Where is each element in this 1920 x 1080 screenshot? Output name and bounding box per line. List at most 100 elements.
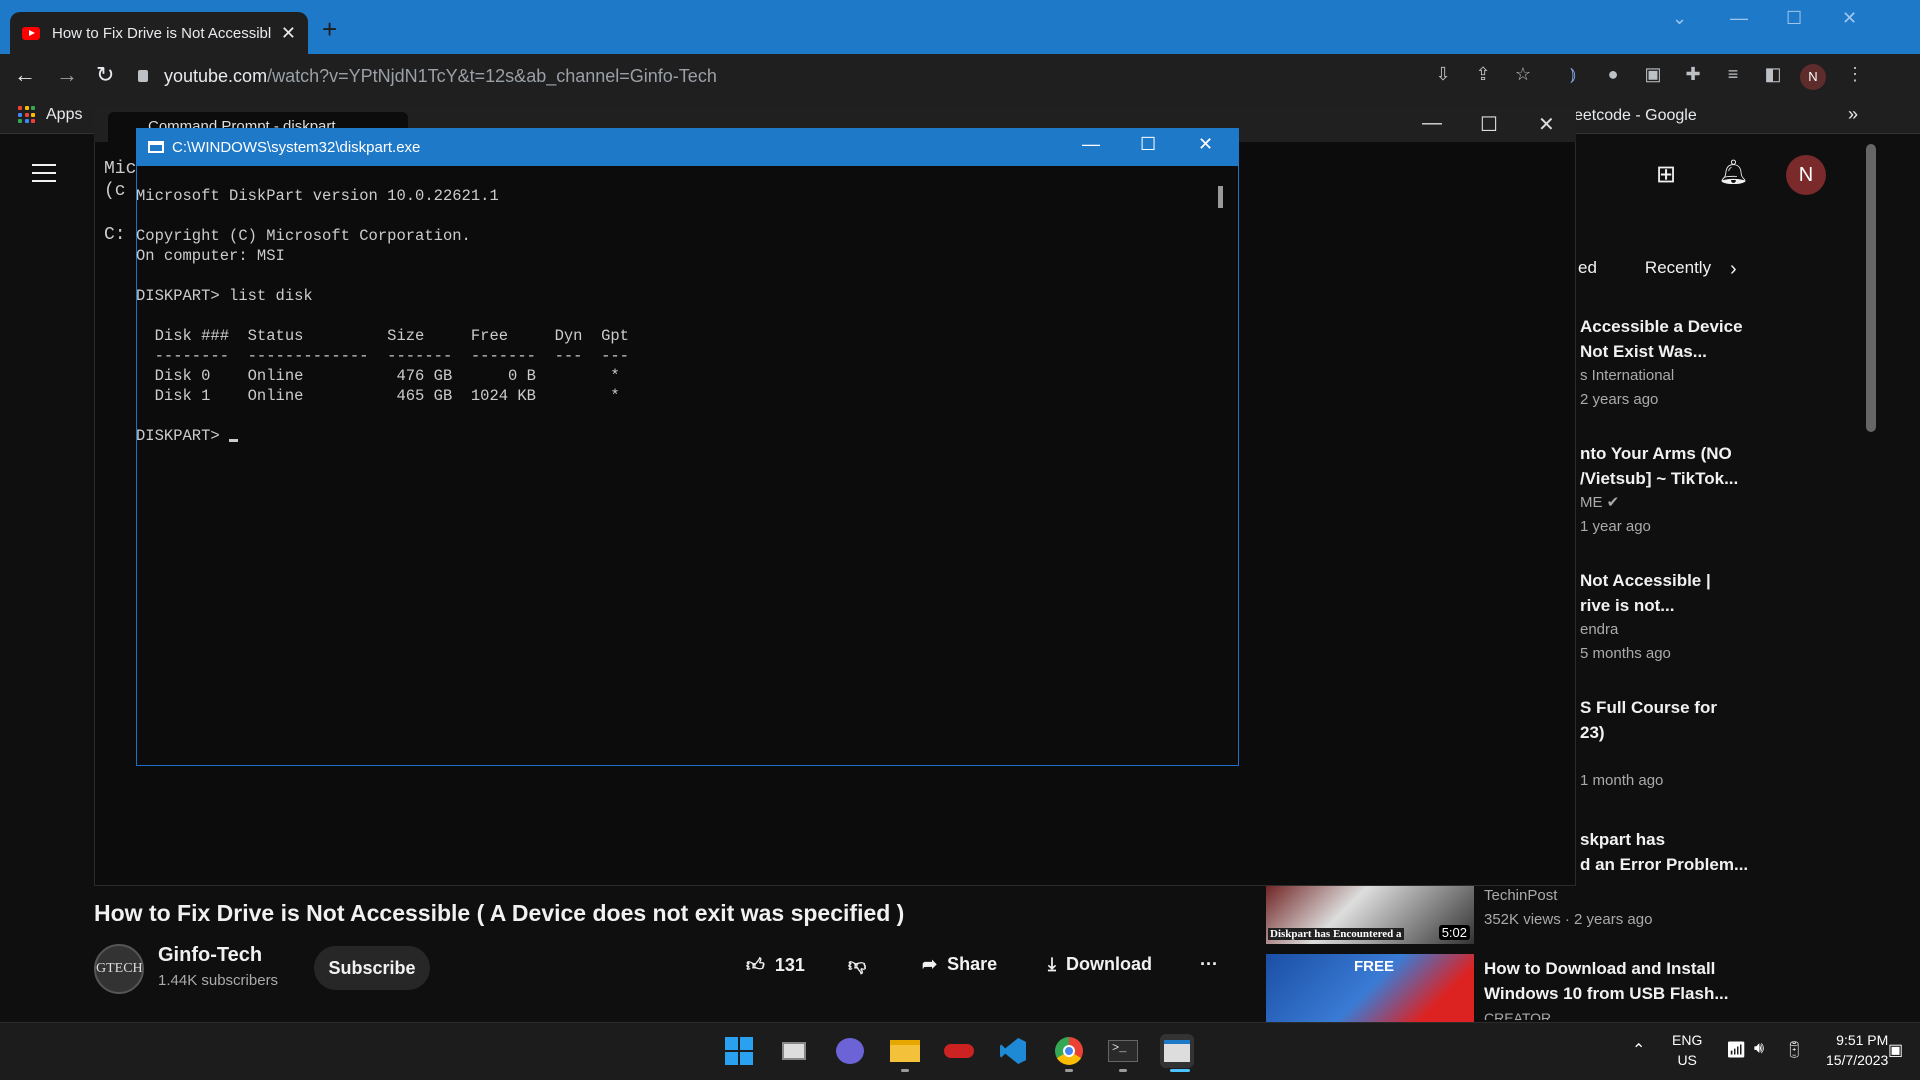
- apps-bookmark[interactable]: Apps: [18, 106, 82, 124]
- diskpart-console-output[interactable]: Microsoft DiskPart version 10.0.22621.1 …: [136, 186, 629, 446]
- dislike-button[interactable]: 👎︎: [848, 954, 866, 976]
- recommendation-item[interactable]: nto Your Arms (NO /Vietsub] ~ TikTok... …: [1580, 441, 1738, 539]
- chip-recently[interactable]: Recently: [1645, 258, 1711, 278]
- hamburger-menu-icon[interactable]: [32, 164, 56, 188]
- lock-icon: [138, 70, 148, 82]
- rec-views-age: 352K views · 2 years ago: [1484, 911, 1653, 928]
- diskpart-titlebar[interactable]: C:\WINDOWS\system32\diskpart.exe: [136, 128, 1239, 166]
- bookmarks-overflow-icon[interactable]: »: [1848, 104, 1858, 125]
- more-actions-button[interactable]: ···: [1200, 954, 1218, 975]
- maximize-button[interactable]: ☐: [1786, 8, 1802, 29]
- address-bar[interactable]: youtube.com/watch?v=YPtNjdN1TcY&t=12s&ab…: [138, 60, 1518, 92]
- file-explorer-icon[interactable]: [888, 1034, 922, 1068]
- rec-age: 5 months ago: [1580, 645, 1671, 662]
- side-panel-icon[interactable]: ◧: [1762, 64, 1784, 86]
- notifications-bell-icon[interactable]: 🔔︎: [1718, 158, 1748, 187]
- diskpart-scroll-track[interactable]: [1216, 166, 1238, 764]
- bookmark-star-icon[interactable]: ☆: [1512, 64, 1534, 86]
- like-button[interactable]: 👍︎ 131: [746, 954, 805, 976]
- create-video-icon[interactable]: ⊞: [1656, 160, 1676, 189]
- cmd-minimize-button[interactable]: —: [1422, 112, 1442, 135]
- wifi-icon[interactable]: 📶︎: [1726, 1040, 1746, 1060]
- clock[interactable]: 9:51 PM 15/7/2023: [1826, 1030, 1888, 1070]
- game-app-icon[interactable]: [942, 1034, 976, 1068]
- media-queue-icon[interactable]: ≡: [1722, 64, 1744, 86]
- diskpart-scrollbar-thumb[interactable]: [1218, 186, 1223, 208]
- new-tab-button[interactable]: +: [322, 14, 337, 45]
- vscode-icon[interactable]: [996, 1034, 1030, 1068]
- diskpart-maximize-button[interactable]: ☐: [1140, 134, 1156, 155]
- tab-close-icon[interactable]: ✕: [281, 23, 296, 44]
- rec-thumbnail[interactable]: FREE: [1266, 954, 1474, 1022]
- share-button[interactable]: ➦ Share: [922, 954, 997, 975]
- page-scrollbar[interactable]: [1866, 144, 1876, 432]
- verified-check-icon: ✔: [1606, 494, 1620, 511]
- cmd-line: Mic: [104, 159, 137, 179]
- install-icon[interactable]: ⇩: [1432, 64, 1454, 86]
- channel-name[interactable]: Ginfo-Tech: [158, 944, 262, 967]
- subscriber-count: 1.44K subscribers: [158, 972, 279, 989]
- browser-tab[interactable]: How to Fix Drive is Not Accessibl ✕: [10, 12, 308, 54]
- recommendation-item[interactable]: Not Accessible | rive is not... endra 5 …: [1580, 568, 1711, 666]
- recommendation-item[interactable]: How to Download and Install Windows 10 f…: [1484, 956, 1729, 1020]
- terminal-icon[interactable]: >_: [1106, 1034, 1140, 1068]
- start-windows-icon[interactable]: [722, 1034, 756, 1068]
- volume-icon[interactable]: 🔊︎: [1754, 1040, 1764, 1058]
- channel-avatar[interactable]: GTECH: [94, 944, 144, 994]
- notification-center-icon[interactable]: ▣: [1888, 1040, 1903, 1060]
- extensions-puzzle-icon[interactable]: ✚: [1682, 64, 1704, 86]
- thumbnail-caption: Diskpart has Encountered a: [1268, 928, 1404, 940]
- teams-chat-icon[interactable]: [832, 1034, 866, 1068]
- rec-title-line1: Accessible a Device: [1580, 317, 1743, 336]
- rec-title-line1: How to Download and Install: [1484, 959, 1716, 978]
- tab-title: How to Fix Drive is Not Accessibl: [52, 24, 272, 42]
- thumbnail-label: FREE: [1354, 958, 1395, 975]
- minimize-button[interactable]: —: [1730, 8, 1748, 29]
- cmd-maximize-button[interactable]: ☐: [1480, 112, 1498, 137]
- rec-channel: [1580, 745, 1717, 769]
- clock-date: 15/7/2023: [1826, 1052, 1889, 1068]
- language-indicator[interactable]: ENG US: [1672, 1030, 1702, 1070]
- chrome-icon[interactable]: [1052, 1034, 1086, 1068]
- url-path: /watch?v=YPtNjdN1TcY&t=12s&ab_channel=Gi…: [267, 65, 717, 86]
- chips-next-icon[interactable]: ›: [1730, 258, 1737, 281]
- download-label: Download: [1065, 954, 1152, 974]
- rec-title-line1: nto Your Arms (NO: [1580, 444, 1732, 463]
- download-button[interactable]: ⤓ Download: [1048, 954, 1152, 975]
- menu-dots-icon[interactable]: ⋮: [1844, 64, 1866, 86]
- subscribe-button[interactable]: Subscribe: [314, 946, 430, 990]
- recommendation-item[interactable]: Accessible a Device Not Exist Was... s I…: [1580, 314, 1743, 412]
- chip-related[interactable]: ed: [1578, 258, 1597, 278]
- rec-title-line2: /Vietsub] ~ TikTok...: [1580, 469, 1739, 488]
- reload-icon[interactable]: ↻: [96, 62, 114, 88]
- forward-icon[interactable]: →: [56, 62, 78, 88]
- diskpart-taskbar-icon[interactable]: [1160, 1034, 1194, 1068]
- thumbs-down-icon: 👎︎: [848, 955, 867, 975]
- rec-title-line1: skpart has: [1580, 830, 1666, 849]
- url-host: youtube.com: [164, 65, 268, 86]
- rec-channel: endra: [1580, 621, 1619, 638]
- rec-channel: ME: [1580, 494, 1603, 511]
- recommendation-item[interactable]: S Full Course for 23) 1 month ago: [1580, 695, 1717, 793]
- cmd-close-button[interactable]: ✕: [1538, 112, 1555, 137]
- diskpart-close-button[interactable]: ✕: [1198, 134, 1213, 155]
- bookmark-leetcode[interactable]: eetcode - Google: [1574, 107, 1697, 125]
- profile-avatar[interactable]: N: [1800, 64, 1826, 90]
- tray-overflow-chevron-icon[interactable]: ⌃: [1632, 1040, 1645, 1060]
- extension-mouse-icon[interactable]: ●: [1602, 64, 1624, 86]
- diskpart-minimize-button[interactable]: —: [1082, 134, 1100, 155]
- recommendation-item[interactable]: skpart has d an Error Problem...: [1580, 827, 1748, 877]
- tab-search-icon[interactable]: ⌄: [1672, 8, 1687, 29]
- close-window-button[interactable]: ✕: [1842, 8, 1857, 29]
- extension-window-icon[interactable]: ▣: [1642, 64, 1664, 86]
- task-view-icon[interactable]: [778, 1034, 812, 1068]
- rec-channel: CREATOR: [1484, 1010, 1552, 1020]
- recommendation-meta[interactable]: TechinPost 352K views · 2 years ago: [1484, 884, 1652, 932]
- rec-thumbnail[interactable]: Diskpart has Encountered a 5:02: [1266, 880, 1474, 944]
- battery-icon[interactable]: 🔋︎: [1784, 1040, 1804, 1060]
- back-icon[interactable]: ←: [14, 62, 36, 88]
- rec-title-line2: d an Error Problem...: [1580, 855, 1749, 874]
- share-page-icon[interactable]: ⇪: [1472, 64, 1494, 86]
- account-avatar[interactable]: N: [1786, 155, 1826, 195]
- extension-audio-icon[interactable]: ⦆: [1562, 64, 1584, 86]
